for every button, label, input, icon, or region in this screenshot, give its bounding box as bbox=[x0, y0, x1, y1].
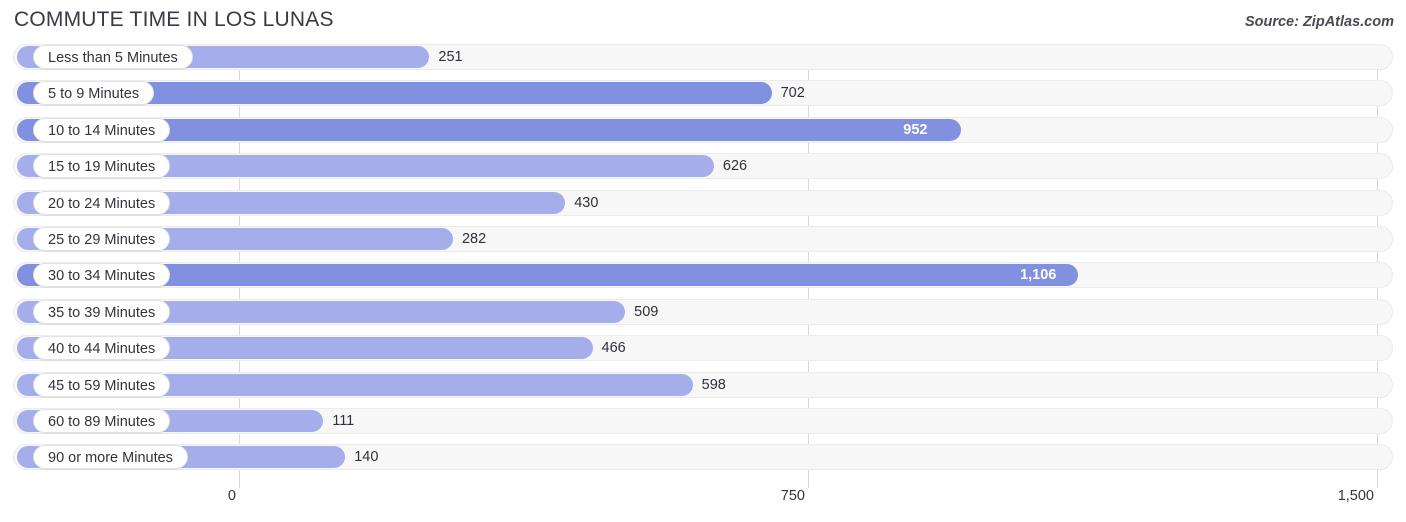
axis-tick-label: 1,500 bbox=[1337, 488, 1374, 504]
category-label: 40 to 44 Minutes bbox=[33, 336, 171, 361]
bar-value-label: 509 bbox=[634, 303, 659, 320]
bar-row[interactable]: 25 to 29 Minutes 282 bbox=[0, 225, 1406, 252]
category-label: 60 to 89 Minutes bbox=[33, 408, 171, 433]
bar-rows: Less than 5 Minutes 251 5 to 9 Minutes 702 1… bbox=[0, 44, 1406, 481]
bar-row[interactable]: Less than 5 Minutes 251 bbox=[0, 44, 1406, 70]
bar-value-label: 140 bbox=[354, 449, 379, 466]
bar-value-label: 466 bbox=[601, 340, 626, 357]
category-label: 90 or more Minutes bbox=[33, 445, 188, 470]
category-label: 45 to 59 Minutes bbox=[33, 372, 171, 397]
bar-value-label: 111 bbox=[332, 412, 355, 429]
bar-fill[interactable] bbox=[17, 264, 1079, 287]
bar-row[interactable]: 15 to 19 Minutes 626 bbox=[0, 153, 1406, 180]
bar-row[interactable]: 10 to 14 Minutes 952 bbox=[0, 116, 1406, 143]
bar-value-label: 430 bbox=[574, 194, 599, 211]
bar-value-label: 626 bbox=[722, 158, 748, 175]
bar-value-label: 598 bbox=[701, 376, 726, 393]
category-label: Less than 5 Minutes bbox=[33, 45, 193, 69]
category-label: 10 to 14 Minutes bbox=[33, 117, 171, 142]
chart-header: COMMUTE TIME IN LOS LUNAS Source: ZipAtl… bbox=[0, 0, 1406, 42]
bar-value-label: 1,106 bbox=[1020, 267, 1057, 284]
bar-row[interactable]: 5 to 9 Minutes 702 bbox=[0, 80, 1406, 107]
bar-value-label: 952 bbox=[903, 121, 928, 138]
page-title: COMMUTE TIME IN LOS LUNAS bbox=[14, 8, 334, 31]
category-label: 25 to 29 Minutes bbox=[33, 226, 171, 251]
category-label: 35 to 39 Minutes bbox=[33, 299, 171, 324]
bar-row[interactable]: 30 to 34 Minutes 1,106 bbox=[0, 262, 1406, 289]
category-label: 15 to 19 Minutes bbox=[33, 154, 171, 179]
bar-row[interactable]: 60 to 89 Minutes 111 bbox=[0, 407, 1406, 434]
plot-area: Less than 5 Minutes 251 5 to 9 Minutes 702 1… bbox=[0, 44, 1406, 488]
bar-value-label: 282 bbox=[461, 230, 487, 247]
chart-container: COMMUTE TIME IN LOS LUNAS Source: ZipAtl… bbox=[0, 0, 1406, 522]
bar-value-label: 251 bbox=[438, 49, 463, 65]
bar-row[interactable]: 45 to 59 Minutes 598 bbox=[0, 371, 1406, 398]
category-label: 20 to 24 Minutes bbox=[33, 190, 171, 215]
bar-row[interactable]: 35 to 39 Minutes 509 bbox=[0, 298, 1406, 325]
source-attribution: Source: ZipAtlas.com bbox=[1244, 14, 1394, 30]
axis-tick-label: 0 bbox=[227, 488, 236, 504]
category-label: 5 to 9 Minutes bbox=[33, 81, 155, 106]
bar-value-label: 702 bbox=[780, 85, 805, 102]
bar-row[interactable]: 90 or more Minutes 140 bbox=[0, 444, 1406, 471]
x-axis: 0 750 1,500 bbox=[0, 486, 1406, 522]
axis-tick-label: 750 bbox=[780, 488, 805, 504]
bar-row[interactable]: 40 to 44 Minutes 466 bbox=[0, 335, 1406, 362]
category-label: 30 to 34 Minutes bbox=[33, 263, 171, 288]
bar-row[interactable]: 20 to 24 Minutes 430 bbox=[0, 189, 1406, 216]
